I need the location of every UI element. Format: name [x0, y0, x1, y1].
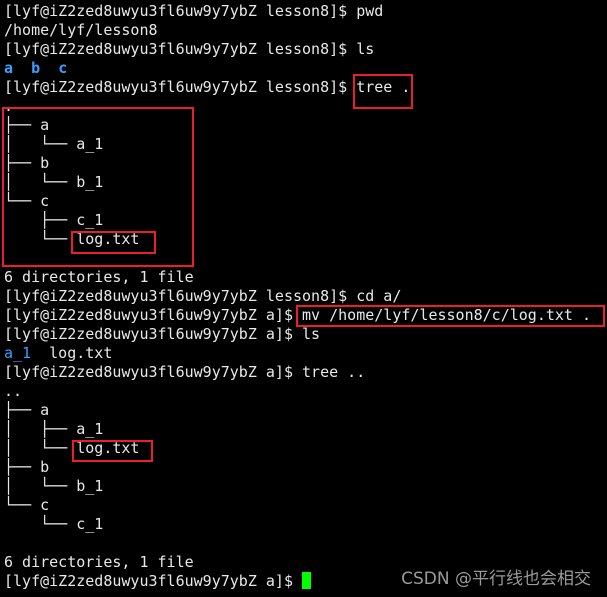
prompt: [lyf@iZ2zed8uwyu3fl6uw9y7ybZ lesson8]$: [4, 78, 357, 96]
tree-branch: │ └──: [4, 439, 77, 457]
tree-line: │ └── b_1: [4, 477, 104, 495]
command: cd a/: [356, 287, 402, 305]
highlight-box-tree-command: [353, 74, 413, 109]
prompt: [lyf@iZ2zed8uwyu3fl6uw9y7ybZ lesson8]$: [4, 40, 357, 58]
prompt: [lyf@iZ2zed8uwyu3fl6uw9y7ybZ a]$: [4, 306, 303, 324]
highlight-box-log-txt-moved: [72, 440, 153, 462]
command: pwd: [356, 2, 384, 20]
line: [lyf@iZ2zed8uwyu3fl6uw9y7ybZ lesson8]$ t…: [4, 78, 591, 97]
command: ls: [356, 40, 375, 58]
prompt: [lyf@iZ2zed8uwyu3fl6uw9y7ybZ lesson8]$: [4, 2, 357, 20]
directory-entry: c: [58, 59, 68, 77]
file-entry: log.txt: [49, 344, 113, 362]
terminal-window[interactable]: [lyf@iZ2zed8uwyu3fl6uw9y7ybZ lesson8]$ p…: [0, 0, 607, 597]
terminal-output: [lyf@iZ2zed8uwyu3fl6uw9y7ybZ lesson8]$ p…: [4, 2, 591, 591]
cursor: [302, 572, 312, 589]
directory-entry: a: [4, 59, 14, 77]
line: [lyf@iZ2zed8uwyu3fl6uw9y7ybZ a]$ tree ..: [4, 363, 591, 382]
line: /home/lyf/lesson8: [4, 21, 158, 39]
tree-line: ..: [4, 382, 23, 400]
tree-line: └── c_1: [4, 515, 104, 533]
tree-summary: 6 directories, 1 file: [4, 268, 194, 286]
prompt: [lyf@iZ2zed8uwyu3fl6uw9y7ybZ a]$: [4, 363, 303, 381]
command: tree ..: [302, 363, 366, 381]
tree-line: │ ├── a_1: [4, 420, 104, 438]
directory-entry: b: [31, 59, 41, 77]
prompt: [lyf@iZ2zed8uwyu3fl6uw9y7ybZ lesson8]$: [4, 287, 357, 305]
highlight-box-log-txt: [71, 231, 156, 254]
tree-line: ├── a: [4, 401, 50, 419]
line: [lyf@iZ2zed8uwyu3fl6uw9y7ybZ lesson8]$ p…: [4, 2, 591, 21]
watermark: CSDN @平行线也会相交: [401, 569, 591, 589]
command: ls: [302, 325, 321, 343]
line: [lyf@iZ2zed8uwyu3fl6uw9y7ybZ a]$ ls: [4, 325, 591, 344]
prompt: [lyf@iZ2zed8uwyu3fl6uw9y7ybZ a]$: [4, 325, 303, 343]
ls-output: a_1 log.txt: [4, 344, 591, 363]
line: [lyf@iZ2zed8uwyu3fl6uw9y7ybZ lesson8]$ l…: [4, 40, 591, 59]
prompt: [lyf@iZ2zed8uwyu3fl6uw9y7ybZ a]$: [4, 572, 303, 590]
ls-output: a b c: [4, 59, 591, 78]
highlight-box-mv-command: [296, 305, 605, 327]
tree-line: └── c: [4, 496, 50, 514]
line: [lyf@iZ2zed8uwyu3fl6uw9y7ybZ lesson8]$ c…: [4, 287, 591, 306]
directory-entry: a_1: [4, 344, 32, 362]
